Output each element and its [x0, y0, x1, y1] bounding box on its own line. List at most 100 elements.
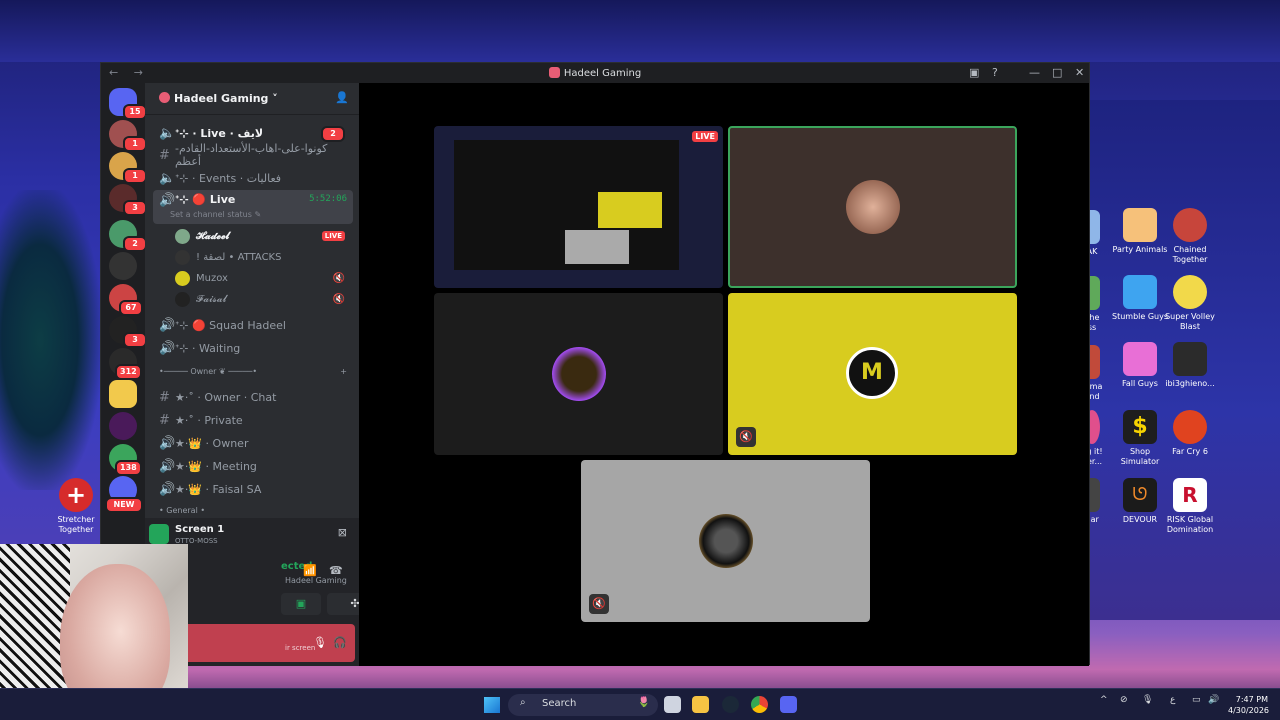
voice-user[interactable]: ! ﻟﺼﻘﺔ • ATTACKS — [175, 247, 355, 267]
speaker-icon: 🔊 — [159, 193, 176, 208]
taskbar: ⌕ Search 🌷 ^ ⊘ 🎙 ع ▭ 🔊 7:47 PM 4/30/2026 — [0, 688, 1280, 720]
desktop-icon-stumble-guys[interactable]: Stumble Guys — [1112, 275, 1168, 322]
server-icon-9[interactable] — [109, 380, 137, 408]
speaker-icon: 🔈 — [159, 125, 176, 141]
stream-tile[interactable]: LIVE — [434, 126, 723, 288]
participant-tile[interactable]: M 🔇 — [728, 293, 1017, 455]
server-icon — [548, 67, 560, 78]
clock[interactable]: 7:47 PM 4/30/2026 — [1228, 694, 1269, 716]
screen-icon — [149, 524, 169, 544]
desktop-icon-chained-together[interactable]: Chained Together — [1162, 208, 1218, 265]
channel-text-arabic[interactable]: # كونوا-على-اهاب-الأستعداد-القادم-أعظم — [153, 142, 353, 168]
language-indicator[interactable]: ع — [1170, 695, 1175, 705]
home-icon[interactable]: 15 — [109, 88, 147, 120]
desktop-icon-party-animals[interactable]: Party Animals — [1112, 208, 1168, 255]
channel-private[interactable]: # ★·˚ · Private — [153, 410, 353, 430]
desktop-icon-devour[interactable]: ᘎ DEVOUR — [1112, 478, 1168, 525]
channel-faisal[interactable]: 🔊 ★·👑 · Faisal SA — [153, 479, 353, 499]
server-icon-4[interactable]: 2 — [109, 220, 147, 252]
camera-button[interactable]: ▣ — [281, 593, 321, 615]
network-icon[interactable]: ⊘ — [1120, 695, 1128, 705]
channel-owner-voice[interactable]: 🔊 ★·👑 · Owner — [153, 433, 353, 453]
minimize-icon[interactable]: — — [1029, 66, 1040, 79]
voice-user[interactable]: 𝓕𝓪𝓲𝓼𝓪𝓵 🔇 — [175, 289, 355, 309]
channel-live-arabic[interactable]: 🔈 ᐩ⊹ · Live · لايف 2 — [153, 123, 353, 143]
server-icon-8[interactable]: 312 — [109, 348, 142, 380]
participant-tile[interactable]: 🔇 — [581, 460, 870, 622]
discord-icon[interactable] — [780, 696, 797, 713]
signal-icon[interactable]: 📶 — [303, 564, 317, 577]
server-icon-5[interactable] — [109, 252, 137, 280]
channel-squad-hadeel[interactable]: 🔊 ᐩ⊹ 🔴 Squad Hadeel — [153, 315, 353, 335]
inbox-icon[interactable]: ▣ — [969, 66, 979, 79]
voice-user[interactable]: Muzox 🔇 — [175, 268, 355, 288]
guild-icon — [159, 92, 170, 103]
participant-tile-speaking[interactable] — [728, 126, 1017, 288]
deafened-icon: 🔇 — [589, 594, 609, 614]
avatar — [846, 180, 900, 234]
volume-icon[interactable]: 🔊 — [1208, 695, 1219, 705]
channel-meeting[interactable]: 🔊 ★·👑 · Meeting — [153, 456, 353, 476]
start-icon[interactable] — [484, 697, 500, 713]
server-icon-7[interactable]: 3 — [109, 316, 147, 348]
hash-icon: # — [159, 147, 170, 163]
desktop-icon-stretcher-together[interactable]: + Stretcher Together — [48, 478, 104, 535]
title-bar: ← → Hadeel Gaming ▣ ? — □ ✕ — [101, 63, 1089, 83]
desktop-icon-fall-guys[interactable]: Fall Guys — [1112, 342, 1168, 389]
task-view-icon[interactable] — [664, 696, 681, 713]
chrome-icon[interactable] — [751, 696, 768, 713]
category-general[interactable]: • General • — [153, 503, 353, 517]
avatar — [552, 347, 606, 401]
participant-tile[interactable] — [434, 293, 723, 455]
disconnect-icon[interactable]: ☎ — [329, 564, 343, 577]
monitor-icon[interactable]: ▭ — [1192, 695, 1201, 705]
stream-preview-grey — [565, 230, 629, 264]
avatar — [175, 249, 190, 265]
voice-user[interactable]: 𝓗𝓪𝓭𝓮𝓮𝓵 LIVE — [175, 226, 355, 246]
server-icon-11[interactable]: 138 — [109, 444, 142, 476]
add-channel-icon[interactable]: + — [340, 367, 347, 376]
microphone-icon[interactable]: 🎙 — [313, 636, 327, 649]
search-highlight-icon: 🌷 — [637, 697, 650, 708]
maximize-icon[interactable]: □ — [1052, 66, 1062, 79]
channel-status[interactable]: Set a channel status ✎ — [170, 210, 261, 219]
avatar — [175, 291, 190, 307]
category-owner[interactable]: •───── Owner ❦ ─────• + — [153, 364, 353, 378]
speaker-icon: 🔈 — [159, 170, 176, 186]
channel-owner-chat[interactable]: # ★·˚ · Owner · Chat — [153, 387, 353, 407]
speaker-icon: 🔊 — [159, 340, 176, 356]
desktop-icon-far-cry-6[interactable]: Far Cry 6 — [1162, 410, 1218, 457]
speaker-icon: 🔊 — [159, 458, 176, 474]
file-explorer-icon[interactable] — [692, 696, 709, 713]
speaker-icon: 🔊 — [159, 481, 176, 497]
close-stream-icon[interactable]: ⊠ — [338, 526, 347, 539]
microphone-tray-icon[interactable]: 🎙 — [1142, 695, 1153, 705]
headphones-icon[interactable]: 🎧 — [333, 636, 347, 649]
channel-events[interactable]: 🔈 ᐩ⊹ · Events · فعاليات — [153, 168, 353, 188]
guild-header[interactable]: Hadeel Gaming ˅ 👤 — [145, 83, 359, 115]
speaker-icon: 🔊 — [159, 317, 176, 333]
channel-live-active[interactable]: 🔊 ᐩ⊹ 🔴 Live 5:52:06 Set a channel status … — [153, 190, 353, 224]
invite-icon[interactable]: 👤 — [335, 91, 349, 104]
steam-icon[interactable] — [722, 696, 739, 713]
show-hidden-icon[interactable]: ^ — [1100, 695, 1108, 705]
search-icon: ⌕ — [520, 697, 526, 708]
server-icon-6[interactable]: 67 — [109, 284, 143, 316]
activities-button[interactable]: ✣ — [327, 593, 359, 615]
server-icon-1[interactable]: 1 — [109, 120, 147, 152]
avatar: M — [846, 347, 898, 399]
desktop-icon-ibi3ghieno[interactable]: ibi3ghieno... — [1162, 342, 1218, 389]
hash-icon: # — [159, 412, 170, 428]
desktop-icon-super-volley-blast[interactable]: Super Volley Blast — [1162, 275, 1218, 332]
server-icon-3[interactable]: 3 — [109, 184, 147, 216]
server-icon-10[interactable] — [109, 412, 137, 440]
desktop-icon-risk[interactable]: R RISK Global Domination — [1162, 478, 1218, 535]
deafened-icon: 🔇 — [736, 427, 756, 447]
taskbar-search[interactable]: ⌕ Search 🌷 — [508, 694, 658, 716]
server-icon-2[interactable]: 1 — [109, 152, 147, 184]
window-title: Hadeel Gaming — [101, 67, 1089, 79]
close-icon[interactable]: ✕ — [1075, 66, 1084, 79]
channel-waiting[interactable]: 🔊 ᐩ⊹ · Waiting — [153, 338, 353, 358]
help-icon[interactable]: ? — [992, 66, 998, 79]
desktop-icon-shop-simulator[interactable]: $ Shop Simulator — [1112, 410, 1168, 467]
